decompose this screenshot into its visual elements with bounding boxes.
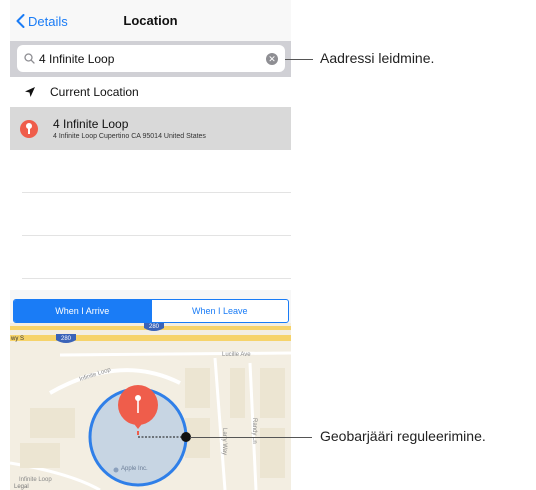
svg-text:280: 280 xyxy=(61,336,72,342)
callout-line-geofence xyxy=(190,437,312,438)
list-separator xyxy=(22,278,291,279)
legal-link[interactable]: Legal xyxy=(14,484,29,490)
segment-when-i-leave[interactable]: When I Leave xyxy=(150,300,289,322)
result-subtitle: 4 Infinite Loop Cupertino CA 95014 Unite… xyxy=(53,133,206,140)
poi-dot xyxy=(113,467,119,473)
callout-line-address xyxy=(285,59,313,60)
result-title: 4 Infinite Loop xyxy=(53,117,129,131)
trigger-segmented-control: When I Arrive When I Leave xyxy=(13,299,289,323)
empty-list-area xyxy=(10,150,291,290)
current-location-label: Current Location xyxy=(50,85,139,99)
search-bar: 4 Infinite Loop ✕ xyxy=(10,41,291,77)
svg-text:280: 280 xyxy=(149,324,160,330)
road-label: wy S xyxy=(10,336,24,342)
search-value: 4 Infinite Loop xyxy=(39,51,115,66)
poi-label-apple: Apple Inc. xyxy=(121,466,148,472)
list-separator xyxy=(22,235,291,236)
street-label-infinite-bottom: Infinite Loop xyxy=(19,477,52,483)
list-separator xyxy=(22,192,291,193)
pin-icon xyxy=(20,120,38,138)
street-label-larry: Larry Way xyxy=(221,428,227,455)
location-arrow-icon xyxy=(25,87,35,97)
street-road xyxy=(59,351,291,357)
highway-road xyxy=(10,335,291,341)
map-view[interactable]: 280 280 wy S Lucille Ave Infinite Loop L… xyxy=(10,323,291,490)
street-label-lucille: Lucille Ave xyxy=(222,352,251,358)
search-icon xyxy=(24,53,35,64)
search-input[interactable]: 4 Infinite Loop ✕ xyxy=(17,45,285,72)
segment-when-i-arrive[interactable]: When I Arrive xyxy=(14,300,151,322)
street-label-randy: Randy Ln xyxy=(251,418,257,444)
list-item-search-result[interactable]: 4 Infinite Loop 4 Infinite Loop Cupertin… xyxy=(10,107,291,150)
clear-icon[interactable]: ✕ xyxy=(266,52,278,65)
navigation-bar: Details Location xyxy=(10,0,291,41)
callout-geofence: Geobarjääri reguleerimine. xyxy=(320,428,486,444)
phone-screen: Details Location 4 Infinite Loop ✕ Curre… xyxy=(10,0,291,490)
list-item-current-location[interactable]: Current Location xyxy=(10,77,291,107)
callout-address: Aadressi leidmine. xyxy=(320,50,435,66)
page-title: Location xyxy=(123,13,178,28)
